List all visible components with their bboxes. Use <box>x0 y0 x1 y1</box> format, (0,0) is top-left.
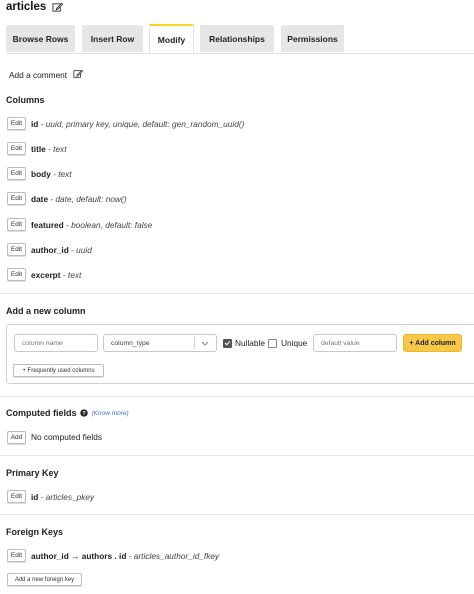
select-separator <box>194 337 195 349</box>
add-column-section-title: Add a new column <box>6 306 86 316</box>
page-header: articles <box>6 0 64 14</box>
column-name: title <box>31 144 46 154</box>
column-name: body <box>31 169 51 179</box>
no-computed-fields-text: No computed fields <box>31 432 103 442</box>
tab-bar: Browse Rows Insert Row Modify Relationsh… <box>6 24 474 54</box>
column-edit-button[interactable]: Edit <box>7 218 26 231</box>
computed-fields-header: Computed fields ? (Know more) <box>6 408 129 418</box>
column-edit-button[interactable]: Edit <box>7 268 26 281</box>
help-icon[interactable]: ? <box>79 409 88 417</box>
add-comment-label: Add a comment <box>9 70 68 80</box>
column-name: featured <box>31 220 64 230</box>
foreign-key-row: author_id → authors . id - articles_auth… <box>31 551 219 561</box>
add-column-button[interactable]: + Add column <box>403 334 462 352</box>
divider <box>0 293 474 294</box>
svg-text:?: ? <box>82 411 86 417</box>
column-edit-button[interactable]: Edit <box>7 192 26 205</box>
tab-relationships[interactable]: Relationships <box>200 25 274 52</box>
tab-insert-row[interactable]: Insert Row <box>82 25 143 52</box>
column-description: - text <box>45 144 67 154</box>
add-foreign-key-button[interactable]: Add a new foreign key <box>7 573 82 586</box>
column-description: - uuid <box>68 245 92 255</box>
unique-label: Unique <box>281 338 308 348</box>
column-name: date <box>31 194 49 204</box>
frequently-used-columns-button[interactable]: + Frequently used columns <box>13 364 104 377</box>
column-name: excerpt <box>31 270 61 280</box>
column-name-input[interactable] <box>14 334 98 352</box>
foreign-key-name: - articles_author_id_fkey <box>126 551 220 561</box>
column-description: - boolean, default: false <box>63 220 153 230</box>
divider <box>0 514 474 515</box>
column-description: - text <box>50 169 72 179</box>
primary-key-edit-button[interactable]: Edit <box>7 490 26 503</box>
unique-checkbox[interactable] <box>268 339 277 348</box>
nullable-checkbox[interactable] <box>223 339 232 348</box>
column-edit-button[interactable]: Edit <box>7 117 26 130</box>
edit-comment-icon[interactable] <box>73 69 83 79</box>
columns-section-title: Columns <box>6 95 45 105</box>
add-column-form: column_type Nullable Unique + Add column… <box>6 324 474 384</box>
foreign-key-edit-button[interactable]: Edit <box>7 549 26 562</box>
primary-key-title: Primary Key <box>6 468 59 478</box>
computed-fields-title: Computed fields <box>6 408 77 418</box>
nullable-label: Nullable <box>235 338 265 348</box>
know-more-link[interactable]: (Know more) <box>92 410 129 417</box>
chevron-down-icon <box>201 341 209 346</box>
tab-permissions[interactable]: Permissions <box>281 25 344 52</box>
column-type-select[interactable]: column_type <box>103 334 217 352</box>
primary-key-row: id - articles_pkey <box>31 492 94 502</box>
default-value-input[interactable] <box>313 334 397 352</box>
column-edit-button[interactable]: Edit <box>7 142 26 155</box>
page-title: articles <box>6 1 47 13</box>
column-description: - text <box>60 270 82 280</box>
column-edit-button[interactable]: Edit <box>7 167 26 180</box>
foreign-key-relation: author_id → authors . id <box>31 551 127 561</box>
column-edit-button[interactable]: Edit <box>7 243 26 256</box>
column-name: author_id <box>31 245 69 255</box>
tab-browse-rows[interactable]: Browse Rows <box>6 25 75 52</box>
tab-modify[interactable]: Modify <box>149 24 194 53</box>
add-computed-field-button[interactable]: Add <box>7 431 26 444</box>
primary-key-name: - articles_pkey <box>38 492 95 502</box>
column-description: - uuid, primary key, unique, default: ge… <box>38 119 245 129</box>
column-type-value: column_type <box>111 339 150 347</box>
edit-icon[interactable] <box>52 2 64 13</box>
divider <box>0 455 474 456</box>
foreign-keys-title: Foreign Keys <box>6 527 64 537</box>
column-description: - date, default: now() <box>48 194 127 204</box>
divider <box>0 396 474 397</box>
